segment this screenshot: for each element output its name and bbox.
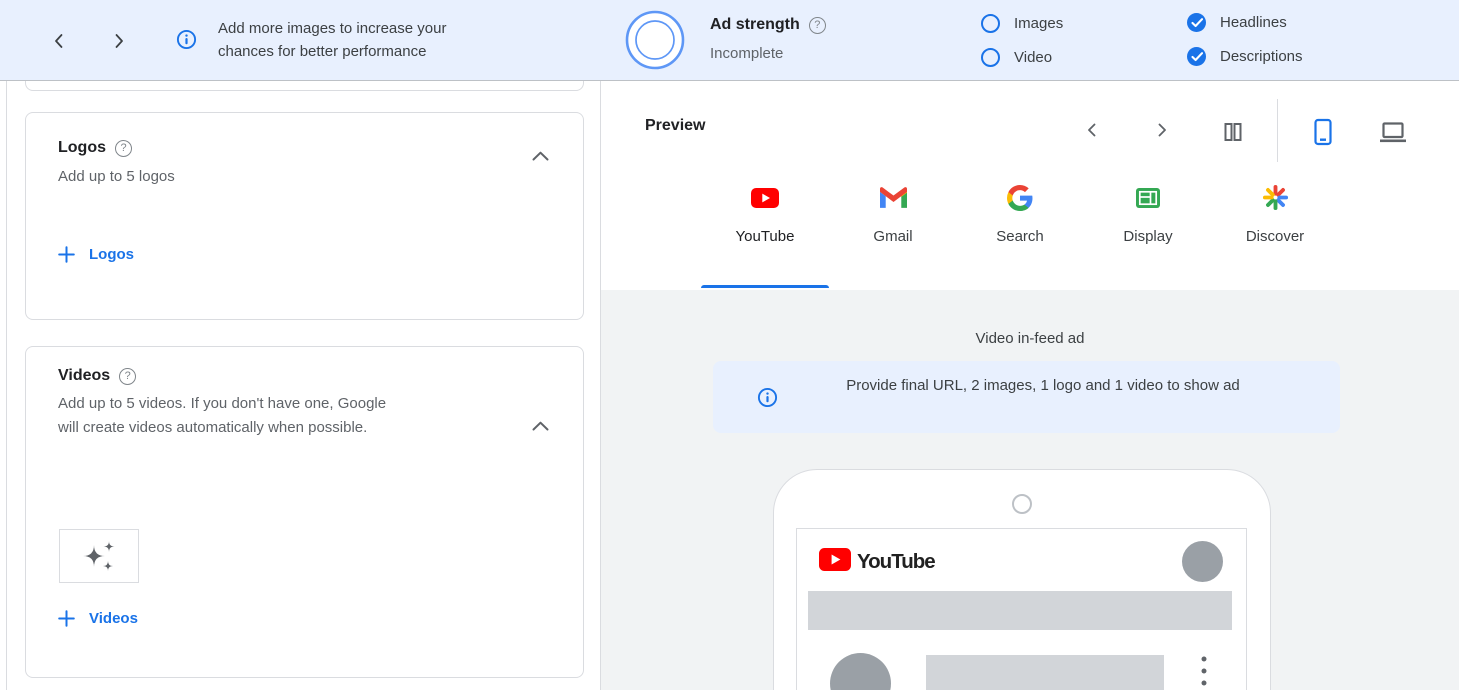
discover-icon	[1211, 184, 1339, 211]
tab-discover[interactable]: Discover	[1211, 170, 1339, 290]
toolbar-divider	[1277, 99, 1278, 162]
logos-card-title: Logos	[58, 139, 106, 157]
google-search-icon	[956, 184, 1084, 211]
check-circle-icon	[1187, 47, 1206, 66]
logos-card-subtitle: Add up to 5 logos	[58, 165, 175, 189]
auto-video-sparkle-icon	[78, 537, 120, 575]
chevron-right-icon	[110, 32, 128, 50]
chevron-right-icon	[1154, 122, 1170, 138]
preview-info-banner: Provide final URL, 2 images, 1 logo and …	[713, 361, 1340, 433]
phone-camera-dot	[1012, 494, 1032, 514]
tab-youtube[interactable]: YouTube	[701, 170, 829, 290]
info-icon	[757, 387, 778, 413]
radio-unchecked-icon	[981, 48, 1000, 67]
desktop-preview-icon	[1378, 121, 1408, 144]
side-by-side-icon	[1222, 121, 1244, 143]
videos-card-description: Add up to 5 videos. If you don't have on…	[58, 392, 388, 440]
ad-strength-title: Ad strength ?	[710, 16, 826, 34]
info-icon	[176, 29, 197, 55]
chevron-up-icon	[532, 421, 549, 431]
previous-ad-button[interactable]	[44, 26, 74, 56]
preview-next-button[interactable]	[1148, 116, 1176, 144]
videos-card: Videos ? Add up to 5 videos. If you don'…	[25, 346, 584, 678]
ad-strength-label: Ad strength	[710, 16, 800, 34]
videos-card-title: Videos	[58, 367, 110, 385]
phone-screen: YouTube	[796, 528, 1247, 690]
search-bar-placeholder	[808, 591, 1232, 630]
next-ad-button[interactable]	[104, 26, 134, 56]
checklist-item-images[interactable]: Images	[981, 14, 1063, 33]
add-logos-button[interactable]: Logos	[56, 244, 136, 265]
panel-left-edge	[6, 81, 7, 690]
google-ads-asset-editor: Add more images to increase your chances…	[0, 0, 1459, 690]
display-icon	[1084, 184, 1212, 211]
phone-mockup: YouTube	[773, 469, 1271, 690]
add-videos-button[interactable]: Videos	[56, 608, 140, 629]
mobile-preview-icon	[1312, 118, 1334, 146]
help-icon[interactable]: ?	[119, 368, 136, 385]
preview-requirements-text: Provide final URL, 2 images, 1 logo and …	[806, 374, 1280, 398]
radio-unchecked-icon	[981, 14, 1000, 33]
ad-strength-gauge	[624, 9, 686, 76]
chevron-up-icon	[532, 151, 549, 161]
logos-card: Logos ? Add up to 5 logos Logos	[25, 112, 584, 320]
preview-title: Preview	[645, 117, 705, 135]
side-by-side-view-button[interactable]	[1216, 115, 1250, 149]
ad-status-bar: Add more images to increase your chances…	[0, 0, 1459, 81]
checklist-item-headlines[interactable]: Headlines	[1187, 13, 1287, 32]
avatar-placeholder	[1182, 541, 1223, 582]
checklist-item-descriptions[interactable]: Descriptions	[1187, 47, 1303, 66]
mobile-preview-toggle[interactable]	[1306, 112, 1340, 152]
youtube-logo: YouTube	[819, 546, 959, 574]
collapse-logos-button[interactable]	[524, 141, 557, 172]
checklist-item-video[interactable]: Video	[981, 48, 1052, 67]
chevron-left-icon	[1084, 122, 1100, 138]
youtube-icon	[701, 184, 829, 211]
content-placeholder	[926, 655, 1164, 690]
kebab-menu-icon	[1201, 655, 1207, 690]
help-icon[interactable]: ?	[809, 17, 826, 34]
desktop-preview-toggle[interactable]	[1372, 115, 1414, 150]
auto-generated-video-tile[interactable]	[59, 529, 139, 583]
tab-search[interactable]: Search	[956, 170, 1084, 290]
help-icon[interactable]: ?	[115, 140, 132, 157]
svg-text:YouTube: YouTube	[857, 550, 935, 573]
preview-previous-button[interactable]	[1078, 116, 1106, 144]
chevron-left-icon	[50, 32, 68, 50]
channel-avatar-placeholder	[830, 653, 891, 690]
check-circle-icon	[1187, 13, 1206, 32]
performance-tip-text: Add more images to increase your chances…	[218, 17, 480, 63]
plus-icon	[58, 610, 75, 627]
tab-gmail[interactable]: Gmail	[829, 170, 957, 290]
ad-format-label: Video in-feed ad	[601, 330, 1459, 347]
ad-strength-status: Incomplete	[710, 45, 783, 62]
gmail-icon	[829, 184, 957, 211]
collapse-videos-button[interactable]	[524, 411, 557, 442]
tab-display[interactable]: Display	[1084, 170, 1212, 290]
plus-icon	[58, 246, 75, 263]
